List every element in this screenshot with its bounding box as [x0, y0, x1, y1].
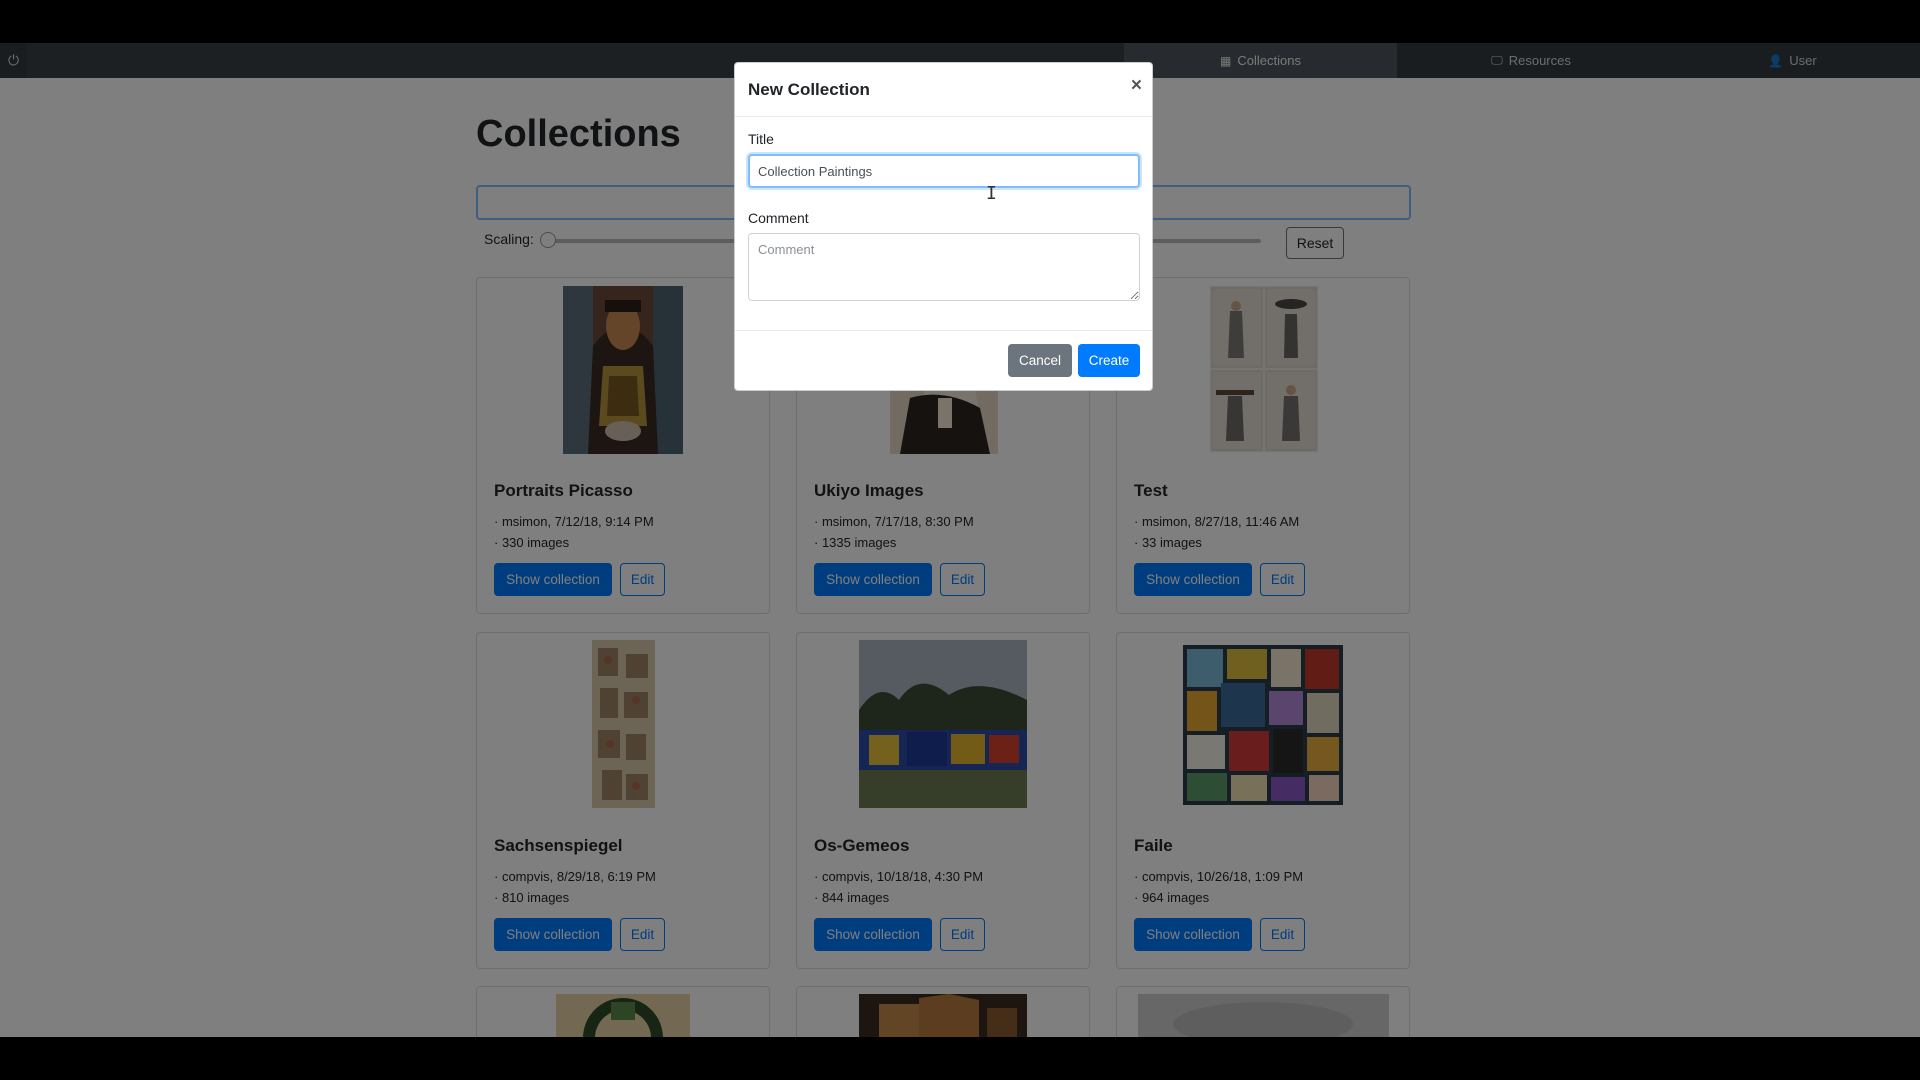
text-cursor-icon: I: [986, 183, 997, 204]
create-button[interactable]: Create: [1078, 344, 1140, 377]
close-icon[interactable]: ×: [1131, 75, 1142, 97]
letterbox-top: [0, 0, 1920, 43]
title-label: Title: [748, 131, 774, 147]
new-collection-modal: New Collection × Title Comment Cancel Cr…: [734, 62, 1153, 391]
title-input[interactable]: [748, 154, 1140, 188]
app-viewport: ⏻ ▦ Collections 🖵 Resources 👤 User Colle…: [0, 43, 1920, 1037]
letterbox-bottom: [0, 1037, 1920, 1080]
cancel-button[interactable]: Cancel: [1008, 344, 1072, 377]
modal-footer: Cancel Create: [735, 330, 1152, 390]
modal-header: New Collection ×: [735, 63, 1152, 117]
modal-title: New Collection: [748, 80, 870, 99]
comment-label: Comment: [748, 210, 809, 226]
comment-textarea[interactable]: [748, 233, 1140, 301]
